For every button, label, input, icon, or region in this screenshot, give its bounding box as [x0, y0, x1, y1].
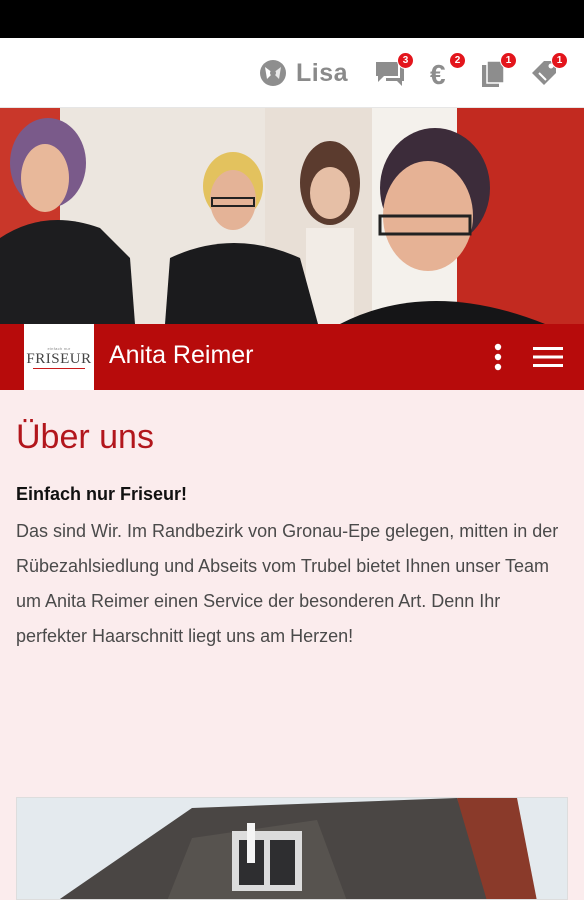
payments-badge: 2 — [449, 52, 466, 69]
section-text: Das sind Wir. Im Randbezirk von Gronau-E… — [16, 521, 559, 646]
section-lead: Einfach nur Friseur! — [16, 484, 188, 504]
section-title: Über uns — [16, 418, 154, 456]
menu-icon — [533, 347, 563, 367]
user-name: Lisa — [296, 58, 349, 87]
logo-wordmark: FRISEUR — [26, 350, 92, 367]
app-header: einfach nur FRISEUR Anita Reimer — [0, 324, 584, 390]
svg-text:€: € — [430, 59, 446, 89]
status-bar — [0, 0, 584, 38]
more-vertical-icon — [494, 343, 502, 371]
top-bar: Lisa 3 € 2 1 1 — [0, 38, 584, 108]
payments-button[interactable]: € 2 — [424, 52, 466, 94]
coupons-badge: 1 — [551, 52, 568, 69]
hero-image — [0, 108, 584, 324]
documents-badge: 1 — [500, 52, 517, 69]
messages-button[interactable]: 3 — [372, 52, 414, 94]
salon-logo: einfach nur FRISEUR — [24, 324, 94, 390]
user-profile[interactable]: Lisa — [258, 55, 348, 91]
more-options-button[interactable] — [488, 341, 508, 373]
logo-underline — [33, 367, 85, 369]
menu-button[interactable] — [532, 344, 564, 370]
documents-button[interactable]: 1 — [475, 52, 517, 94]
profile-icon — [258, 58, 288, 88]
coupons-button[interactable]: 1 — [526, 52, 568, 94]
messages-badge: 3 — [397, 52, 414, 69]
salon-building-image — [16, 797, 568, 900]
page-title: Anita Reimer — [109, 341, 254, 369]
